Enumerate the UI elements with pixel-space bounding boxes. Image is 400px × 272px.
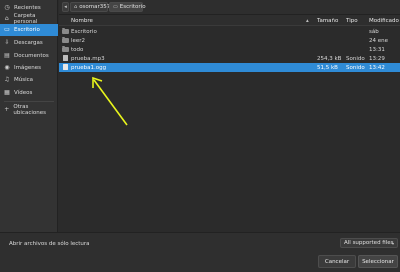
table-row[interactable]: prueba.mp3 254,3 kB Sonido 13:29 bbox=[59, 54, 400, 63]
file-modified: 24 ene bbox=[369, 37, 389, 44]
table-row[interactable]: Escritorio sáb bbox=[59, 27, 400, 36]
file-type-filter-select[interactable]: All supported files ▾ bbox=[340, 238, 398, 248]
clock-icon: ◷ bbox=[4, 4, 10, 11]
folder-icon bbox=[62, 27, 69, 34]
folder-icon bbox=[62, 36, 69, 43]
file-list: Nombre ▴ Tamaño Tipo Modificado Escritor… bbox=[59, 15, 400, 232]
breadcrumb-escritorio[interactable]: ▭ Escritorio bbox=[109, 2, 146, 12]
column-header-type[interactable]: Tipo bbox=[346, 18, 358, 24]
file-name: Escritorio bbox=[71, 28, 97, 35]
folder-icon bbox=[62, 45, 69, 52]
plus-icon: + bbox=[4, 106, 10, 113]
file-name: todo bbox=[71, 46, 84, 53]
sort-arrow-icon: ▴ bbox=[306, 18, 309, 24]
file-modified: 13:31 bbox=[369, 46, 385, 53]
file-size: 51,5 kB bbox=[317, 64, 338, 71]
document-icon: ▤ bbox=[4, 52, 10, 59]
sidebar-item-musica[interactable]: ♫ Música bbox=[0, 74, 58, 86]
file-list-header: Nombre ▴ Tamaño Tipo Modificado bbox=[59, 15, 400, 26]
readonly-option-label[interactable]: Abrir archivos de sólo lectura bbox=[9, 241, 90, 247]
download-icon: ⇩ bbox=[4, 39, 10, 46]
dialog-action-bar: Abrir archivos de sólo lectura All suppo… bbox=[0, 232, 400, 272]
file-name: leer2 bbox=[71, 37, 86, 44]
sidebar-item-videos[interactable]: ▦ Vídeos bbox=[0, 87, 58, 99]
table-row-selected[interactable]: prueba1.ogg 51,5 kB Sonido 13:42 bbox=[59, 63, 400, 72]
breadcrumb-label: osomar357 bbox=[79, 4, 111, 10]
sidebar-item-documentos[interactable]: ▤ Documentos bbox=[0, 50, 58, 62]
camera-icon: ◉ bbox=[4, 64, 10, 71]
home-icon: ⌂ bbox=[4, 15, 9, 22]
sidebar-item-otras-ubicaciones[interactable]: + Otras ubicaciones bbox=[0, 104, 58, 116]
places-sidebar: ◷ Recientes ⌂ Carpeta personal ▭ Escrito… bbox=[0, 0, 58, 232]
file-name: prueba.mp3 bbox=[71, 55, 105, 62]
path-bar: ◂ ⌂ osomar357 ▭ Escritorio bbox=[59, 0, 400, 15]
cancel-button[interactable]: Cancelar bbox=[318, 255, 356, 268]
sidebar-item-label: Vídeos bbox=[14, 90, 33, 96]
file-modified: 13:29 bbox=[369, 55, 385, 62]
file-modified: 13:42 bbox=[369, 64, 385, 71]
filter-value: All supported files bbox=[344, 240, 394, 246]
file-size: 254,3 kB bbox=[317, 55, 342, 62]
select-button[interactable]: Seleccionar bbox=[358, 255, 398, 268]
sidebar-item-label: Recientes bbox=[14, 5, 41, 11]
breadcrumb-home[interactable]: ⌂ osomar357 bbox=[70, 2, 111, 12]
sidebar-item-label: Descargas bbox=[14, 40, 43, 46]
table-row[interactable]: leer2 24 ene bbox=[59, 36, 400, 45]
chevron-left-icon: ◂ bbox=[64, 4, 67, 10]
sidebar-item-imagenes[interactable]: ◉ Imágenes bbox=[0, 62, 58, 74]
home-icon: ⌂ bbox=[74, 4, 78, 10]
table-row[interactable]: todo 13:31 bbox=[59, 45, 400, 54]
sidebar-item-descargas[interactable]: ⇩ Descargas bbox=[0, 37, 58, 49]
video-icon: ▦ bbox=[4, 89, 10, 96]
breadcrumb-label: Escritorio bbox=[119, 4, 146, 10]
sidebar-item-label: Música bbox=[14, 77, 34, 83]
column-header-modified[interactable]: Modificado bbox=[369, 18, 399, 24]
sidebar-item-label: Imágenes bbox=[14, 65, 41, 71]
sidebar-divider bbox=[4, 101, 54, 102]
music-icon: ♫ bbox=[4, 76, 10, 83]
sidebar-item-label: Otras ubicaciones bbox=[13, 104, 46, 116]
folder-icon: ▭ bbox=[113, 4, 118, 10]
file-type: Sonido bbox=[346, 55, 365, 62]
file-type: Sonido bbox=[346, 64, 365, 71]
sidebar-item-label: Escritorio bbox=[14, 27, 40, 33]
sidebar-item-label: Documentos bbox=[14, 53, 49, 59]
path-back-button[interactable]: ◂ bbox=[62, 2, 69, 12]
file-name: prueba1.ogg bbox=[71, 64, 107, 71]
desktop-icon: ▭ bbox=[4, 26, 10, 33]
audio-file-icon bbox=[63, 55, 68, 61]
file-modified: sáb bbox=[369, 28, 379, 35]
column-header-name[interactable]: Nombre bbox=[71, 18, 93, 24]
chevron-down-icon: ▾ bbox=[391, 241, 394, 246]
sidebar-item-escritorio[interactable]: ▭ Escritorio bbox=[0, 24, 58, 36]
audio-file-icon bbox=[63, 64, 68, 70]
column-header-size[interactable]: Tamaño bbox=[317, 18, 338, 24]
